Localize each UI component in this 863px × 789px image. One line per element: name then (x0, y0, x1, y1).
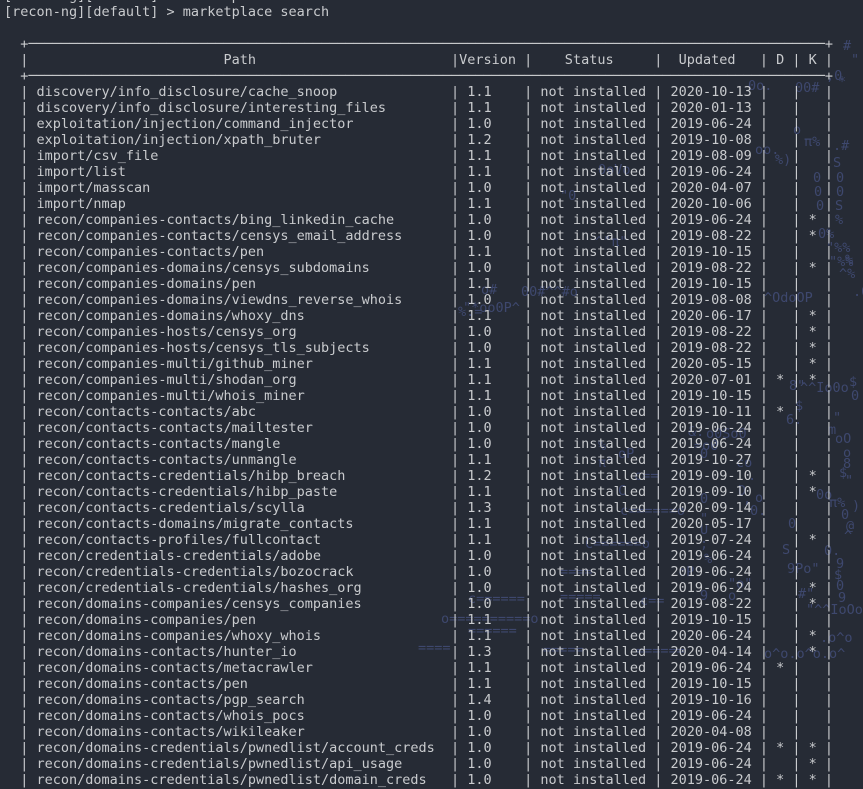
table-row: | recon/domains-contacts/pen | 1.1 | not… (4, 676, 833, 692)
table-row: | recon/companies-multi/whois_miner | 1.… (4, 388, 833, 404)
table-row: | exploitation/injection/xpath_bruter | … (4, 132, 833, 148)
table-row: | recon/companies-hosts/censys_org | 1.0… (4, 324, 833, 340)
watermark-glyph: .# (833, 138, 849, 154)
table-row: | recon/domains-companies/pen | 1.1 | no… (4, 612, 833, 628)
table-row: | recon/credentials-credentials/adobe | … (4, 548, 833, 564)
table-row: | recon/companies-domains/censys_subdoma… (4, 260, 833, 276)
watermark-glyph: ^% (839, 266, 855, 282)
table-row: | import/nmap | 1.1 | not installed | 20… (4, 196, 833, 212)
watermark-glyph: .0 (853, 284, 863, 300)
table-row: | recon/contacts-domains/migrate_contact… (4, 516, 833, 532)
blank-line (4, 20, 833, 36)
terminal-output: [recon-ng][default] > marketplace search… (4, 0, 833, 788)
table-row: | recon/companies-domains/pen | 1.1 | no… (4, 276, 833, 292)
watermark-glyph: 0 (851, 388, 859, 404)
watermark-glyph: % (835, 212, 843, 228)
table-row: | recon/companies-multi/github_miner | 1… (4, 356, 833, 372)
table-row: | recon/domains-contacts/whois_pocs | 1.… (4, 708, 833, 724)
table-row: | recon/contacts-profiles/fullcontact | … (4, 532, 833, 548)
table-row: | recon/credentials-credentials/bozocrac… (4, 564, 833, 580)
table-row: | import/csv_file | 1.1 | not installed … (4, 148, 833, 164)
table-row: | recon/companies-contacts/pen | 1.1 | n… (4, 244, 833, 260)
table-row: | recon/companies-contacts/censys_email_… (4, 228, 833, 244)
table-row: | recon/domains-contacts/hunter_io | 1.3… (4, 644, 833, 660)
watermark-glyph: " (845, 473, 853, 489)
table-header-border: +───────────────────────────────────────… (4, 68, 833, 84)
marketplace-table: +───────────────────────────────────────… (4, 36, 833, 788)
watermark-glyph: ^ (844, 528, 852, 544)
watermark-glyph: # (843, 38, 851, 54)
table-row: | recon/companies-contacts/bing_linkedin… (4, 212, 833, 228)
table-row: | recon/contacts-credentials/hibp_breach… (4, 468, 833, 484)
table-row: | recon/contacts-contacts/unmangle | 1.1… (4, 452, 833, 468)
table-row: | recon/domains-credentials/pwnedlist/do… (4, 772, 833, 788)
table-row: | recon/credentials-credentials/hashes_o… (4, 580, 833, 596)
table-row: | recon/contacts-contacts/mailtester | 1… (4, 420, 833, 436)
watermark-glyph: 9 (838, 590, 846, 606)
table-row: | discovery/info_disclosure/cache_snoop … (4, 84, 833, 100)
terminal-screen[interactable]: 0o.00#,0#"*0oVo"0^"π"o#%.=oπ%.#oo.%)S000… (0, 0, 863, 789)
table-row: | exploitation/injection/command_injecto… (4, 116, 833, 132)
watermark-glyph: " (851, 52, 859, 68)
table-header: | Path |Version | Status | Updated | D |… (4, 52, 833, 68)
table-border-top: +───────────────────────────────────────… (4, 36, 833, 52)
watermark-glyph: S (833, 155, 841, 171)
table-row: | import/list | 1.1 | not installed | 20… (4, 164, 833, 180)
table-row: | recon/companies-domains/whoxy_dns | 1.… (4, 308, 833, 324)
table-row: | recon/domains-contacts/wikileaker | 1.… (4, 724, 833, 740)
table-row: | recon/domains-companies/censys_compani… (4, 596, 833, 612)
table-row: | recon/contacts-credentials/scylla | 1.… (4, 500, 833, 516)
table-row: | recon/domains-contacts/pgp_search | 1.… (4, 692, 833, 708)
watermark-glyph: ) (852, 498, 860, 514)
table-row: | recon/contacts-contacts/abc | 1.0 | no… (4, 404, 833, 420)
table-row: | recon/domains-credentials/pwnedlist/ac… (4, 740, 833, 756)
table-row: | import/masscan | 1.0 | not installed |… (4, 180, 833, 196)
table-row: | recon/companies-multi/shodan_org | 1.1… (4, 372, 833, 388)
table-row: | recon/companies-domains/viewdns_revers… (4, 292, 833, 308)
table-row: | recon/contacts-contacts/mangle | 1.0 |… (4, 436, 833, 452)
table-row: | recon/domains-companies/whoxy_whois | … (4, 628, 833, 644)
table-row: | recon/domains-credentials/pwnedlist/ap… (4, 756, 833, 772)
command-prompt: [recon-ng][default] > marketplace search (4, 4, 833, 20)
table-row: | recon/companies-hosts/censys_tls_subje… (4, 340, 833, 356)
table-row: | recon/domains-contacts/metacrawler | 1… (4, 660, 833, 676)
table-row: | discovery/info_disclosure/interesting_… (4, 100, 833, 116)
watermark-glyph: * (838, 74, 846, 90)
table-row: | recon/contacts-credentials/hibp_paste … (4, 484, 833, 500)
